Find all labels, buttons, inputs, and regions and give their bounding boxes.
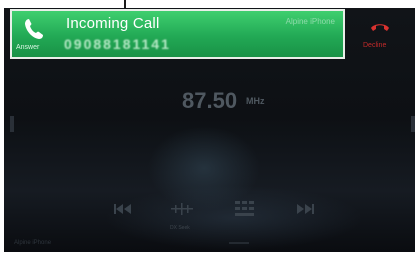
radio-screen: Answer Incoming Call 09088181141 Alpine … xyxy=(4,8,415,252)
previous-button[interactable] xyxy=(114,203,132,219)
preset-button[interactable] xyxy=(235,201,255,217)
banner-device-name: Alpine iPhone xyxy=(285,17,335,26)
caller-number: 09088181141 xyxy=(64,36,171,52)
incoming-call-banner[interactable]: Answer Incoming Call 09088181141 Alpine … xyxy=(10,9,345,59)
decline-label: Decline xyxy=(363,42,387,49)
dx-seek-label: DX Seek xyxy=(170,225,190,231)
left-edge-arrow[interactable] xyxy=(10,116,14,132)
right-edge-arrow[interactable] xyxy=(411,116,415,132)
preset-grid-icon xyxy=(235,201,254,216)
footer-indicator xyxy=(229,242,249,244)
footer-device-name: Alpine iPhone xyxy=(14,240,52,246)
frequency-display: 87.50 xyxy=(182,88,238,113)
phone-answer-icon xyxy=(25,19,43,39)
answer-button[interactable]: Answer xyxy=(12,11,58,57)
next-button[interactable] xyxy=(296,203,314,219)
skip-forward-icon xyxy=(297,204,314,214)
incoming-call-title: Incoming Call xyxy=(66,15,160,32)
dx-seek-icon xyxy=(171,203,193,215)
skip-back-icon xyxy=(114,204,131,214)
frequency-unit: MHz xyxy=(246,96,265,106)
phone-decline-icon xyxy=(371,24,389,31)
dx-seek-button[interactable] xyxy=(171,203,193,219)
answer-label: Answer xyxy=(16,44,40,51)
decline-button[interactable]: Decline xyxy=(358,16,402,56)
